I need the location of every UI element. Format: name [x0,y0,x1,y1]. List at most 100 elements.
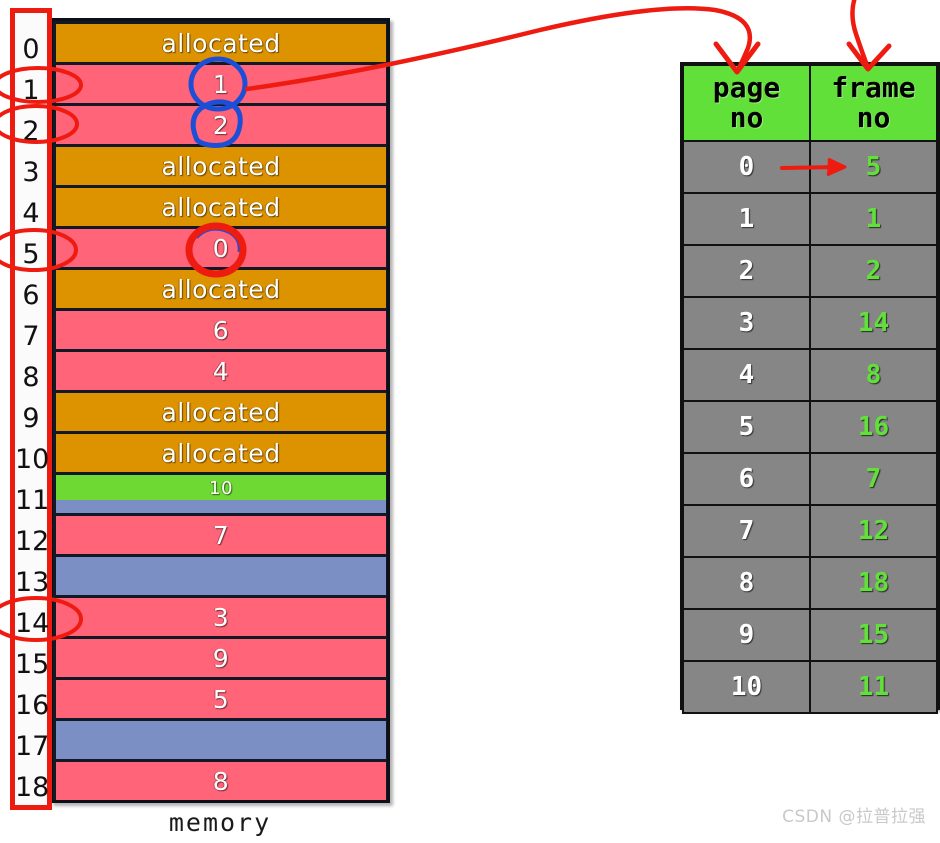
memory-index-13: 13 [15,566,50,598]
frame-no-cell: 16 [809,400,938,454]
memory-index-2: 2 [22,115,40,147]
page-no-cell: 0 [682,140,811,194]
memory-row-label: 0 [212,233,230,263]
memory-index-12: 12 [15,525,50,557]
memory-index-17: 17 [15,730,50,762]
memory-row-3: allocated [56,147,386,185]
frame-no-cell: 15 [809,608,938,662]
page-no-cell: 9 [682,608,811,662]
memory-row-label: allocated [161,192,281,222]
page-no-header-line1: page [712,70,781,104]
memory-index-8: 8 [22,361,40,393]
page-no-cell: 3 [682,296,811,350]
memory-row-2: 2 [56,106,386,144]
memory-row-label: 3 [212,602,230,632]
memory-index-16: 16 [15,689,50,721]
frame-no-cell: 12 [809,504,938,558]
page-table-row: 3 14 [682,296,938,350]
memory-row-label: allocated [161,28,281,58]
memory-row-fill [56,557,386,595]
frame-no-cell: 14 [809,296,938,350]
red-arrow-to-frame-no [850,0,871,71]
frame-no-cell: 2 [809,244,938,298]
page-table-row: 05 [682,140,938,194]
frame-no-cell: 5 [809,140,938,194]
frame-no-cell: 1 [809,192,938,246]
page-no-cell: 6 [682,452,811,506]
memory-row-label: 8 [212,766,230,796]
memory-row-1: 1 [56,65,386,103]
memory-row-label: 7 [212,520,230,550]
memory-row-18: 8 [56,762,386,800]
frame-no-cell: 18 [809,556,938,610]
memory-index-6: 6 [22,279,40,311]
memory-row-10: allocated [56,434,386,472]
page-table-row: 9 15 [682,608,938,662]
page-table-header-row: page no frame no [682,64,938,142]
page-table-row: 5 16 [682,400,938,454]
page-table: page no frame no 0 5 1 1 2 2 3 14 4 8 5 16 6 7 7 12 8 18 9 15… [680,62,940,714]
page-table-body: 0 5 1 1 2 2 3 14 4 8 5 16 6 7 7 12 8 18 9 15 10 11 [682,140,938,714]
memory-index-column: 0 1 2 3 4 5 6 7 8 9 10 11 12 13 14 15 16 17 18 [10,8,52,810]
page-table-row: 48 [682,348,938,402]
page-no-cell: 4 [682,348,811,402]
memory-row-17 [56,721,386,759]
page-table-row: 7 12 [682,504,938,558]
memory-index-11: 11 [15,484,50,516]
page-table-row: 22 [682,244,938,298]
page-no-cell: 7 [682,504,811,558]
memory-row-12: 7 [56,516,386,554]
memory-row-6: allocated [56,270,386,308]
frame-no-cell: 11 [809,660,938,714]
memory-row-label: 5 [212,684,230,714]
memory-index-4: 4 [22,197,40,229]
memory-index-18: 18 [15,771,50,803]
memory-row-16: 5 [56,680,386,718]
page-no-cell: 5 [682,400,811,454]
memory-row-label: 1 [212,69,230,99]
page-no-cell: 2 [682,244,811,298]
frame-no-header-line2: no [856,101,891,134]
page-no-header: page no [682,64,811,142]
memory-row-7: 6 [56,311,386,349]
memory-row-15: 9 [56,639,386,677]
frame-no-header-line1: frame [831,70,916,104]
memory-index-14: 14 [15,607,50,639]
memory-index-3: 3 [22,156,40,188]
watermark: CSDN @拉普拉强 [782,807,926,827]
memory-index-0: 0 [22,33,40,65]
page-no-cell: 1 [682,192,811,246]
page-table-row: 67 [682,452,938,506]
memory-row-blue-band [56,500,386,513]
memory-row-fill [56,721,386,759]
memory-index-1: 1 [22,74,40,106]
frame-no-cell: 8 [809,348,938,402]
page-no-cell: 10 [682,660,811,714]
memory-index-7: 7 [22,320,40,352]
memory-row-8: 4 [56,352,386,390]
memory-row-14: 3 [56,598,386,636]
frame-no-cell: 7 [809,452,938,506]
memory-block: allocated 1 2 allocated allocated 0 allocated 6… [50,18,390,803]
memory-row-0: allocated [56,24,386,62]
memory-row-label: allocated [161,397,281,427]
memory-row-label: 2 [212,110,230,140]
page-table-row: 8 18 [682,556,938,610]
memory-index-5: 5 [22,238,40,270]
memory-row-label: 4 [212,356,230,386]
page-no-header-line2: no [729,101,764,134]
memory-row-5: 0 [56,229,386,267]
memory-row-label: allocated [161,151,281,181]
memory-row-label: allocated [161,274,281,304]
memory-row-label: 10 [209,477,233,499]
memory-row-13 [56,557,386,595]
memory-row-label: allocated [161,438,281,468]
page-table-row: 10 11 [682,660,938,714]
page-no-cell: 8 [682,556,811,610]
frame-no-header: frame no [809,64,938,142]
memory-caption: memory [168,808,272,837]
memory-index-9: 9 [22,402,40,434]
diagram-canvas: 0 1 2 3 4 5 6 7 8 9 10 11 12 13 14 15 16 17 18 allocated 1 2… [0,0,940,843]
memory-index-10: 10 [15,443,50,475]
memory-row-9: allocated [56,393,386,431]
